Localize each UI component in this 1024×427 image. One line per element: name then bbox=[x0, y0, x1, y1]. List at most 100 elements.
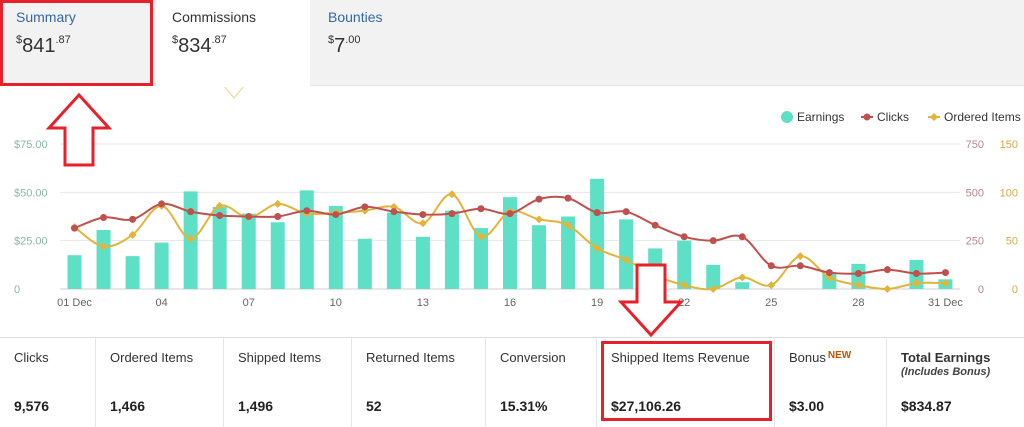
stat-shipped-items: Shipped Items 1,496 bbox=[224, 337, 352, 427]
stat-label: Total Earnings bbox=[901, 350, 991, 365]
stat-label: Returned Items bbox=[366, 350, 455, 365]
clicks-point bbox=[883, 266, 891, 274]
y-tick-label-right2: 100 bbox=[1000, 187, 1018, 199]
stat-label: Bonus NEW bbox=[789, 350, 852, 365]
clicks-point bbox=[825, 269, 833, 277]
y-tick-label-left: 0 bbox=[14, 284, 20, 296]
earnings-bar bbox=[125, 256, 140, 289]
revenue-highlight-box bbox=[601, 341, 772, 421]
stat-clicks: Clicks 9,576 bbox=[0, 337, 96, 427]
ordered-items-point bbox=[738, 273, 747, 282]
earnings-bar bbox=[270, 222, 285, 289]
y-tick-label-left: $75.00 bbox=[14, 139, 48, 151]
stat-value: $3.00 bbox=[789, 398, 825, 414]
y-tick-label-left: $50.00 bbox=[14, 187, 48, 199]
clicks-point bbox=[622, 208, 630, 216]
clicks-point bbox=[216, 212, 224, 220]
legend-label-ordered-items: Ordered Items bbox=[944, 110, 1021, 124]
stat-value: 1,466 bbox=[110, 398, 146, 414]
earnings-bar bbox=[241, 213, 256, 289]
summary-highlight-box bbox=[0, 0, 153, 86]
clicks-point bbox=[332, 211, 340, 219]
x-tick-label: 16 bbox=[504, 297, 516, 309]
clicks-point bbox=[796, 262, 804, 270]
earnings-bar bbox=[357, 238, 372, 289]
clicks-point bbox=[129, 215, 137, 223]
clicks-legend-icon bbox=[863, 113, 871, 121]
x-tick-label: 28 bbox=[852, 297, 864, 309]
stat-returned-items: Returned Items 52 bbox=[352, 337, 486, 427]
earnings-bar bbox=[590, 178, 605, 289]
clicks-point bbox=[187, 208, 195, 216]
earnings-legend-icon bbox=[781, 111, 793, 123]
y-tick-label-right2: 50 bbox=[1006, 236, 1018, 248]
tab-commissions[interactable]: Commissions $834.87 bbox=[156, 0, 310, 87]
stat-label: Clicks bbox=[14, 350, 49, 365]
stat-value: 52 bbox=[366, 398, 382, 414]
clicks-point bbox=[477, 205, 485, 213]
x-tick-label: 07 bbox=[243, 297, 255, 309]
clicks-point bbox=[709, 237, 717, 245]
clicks-point bbox=[854, 270, 862, 278]
commissions-amount: $834.87 bbox=[172, 34, 227, 57]
clicks-point bbox=[390, 208, 398, 216]
earnings-bar bbox=[386, 212, 401, 289]
ordered-items-point bbox=[796, 252, 805, 261]
earnings-bar bbox=[735, 282, 750, 289]
earnings-bar bbox=[154, 242, 169, 289]
down-arrow-annotation bbox=[618, 263, 684, 338]
tab-commissions-label: Commissions bbox=[172, 9, 257, 25]
clicks-point bbox=[303, 207, 311, 215]
clicks-point bbox=[100, 213, 108, 221]
x-tick-label: 31 Dec bbox=[928, 297, 963, 309]
y-tick-label-right2: 150 bbox=[1000, 139, 1018, 151]
clicks-point bbox=[361, 203, 369, 211]
clicks-point bbox=[158, 200, 166, 208]
x-tick-label: 01 Dec bbox=[57, 297, 92, 309]
stat-value: $834.87 bbox=[901, 398, 952, 414]
clicks-point bbox=[564, 194, 572, 202]
stat-label: Conversion bbox=[500, 350, 566, 365]
stat-ordered-items: Ordered Items 1,466 bbox=[96, 337, 224, 427]
stat-value: 15.31% bbox=[500, 398, 548, 414]
x-tick-label: 04 bbox=[155, 297, 167, 309]
x-tick-label: 10 bbox=[330, 297, 342, 309]
clicks-point bbox=[680, 233, 688, 241]
clicks-point bbox=[419, 211, 427, 219]
ordered-items-point bbox=[273, 199, 282, 208]
ordered-items-point bbox=[535, 215, 544, 224]
clicks-point bbox=[245, 213, 253, 220]
clicks-point bbox=[506, 210, 514, 218]
clicks-point bbox=[738, 233, 746, 241]
x-tick-label: 25 bbox=[765, 297, 777, 309]
earnings-bar bbox=[212, 206, 227, 289]
clicks-point bbox=[535, 195, 543, 203]
clicks-point bbox=[767, 262, 775, 270]
clicks-point bbox=[651, 221, 659, 229]
clicks-point bbox=[941, 269, 949, 277]
stat-total-earnings: Total Earnings (Includes Bonus) $834.87 bbox=[887, 337, 1024, 427]
tab-bounties[interactable]: Bounties $7.00 bbox=[312, 0, 466, 86]
clicks-point bbox=[912, 270, 920, 278]
earnings-bar bbox=[444, 210, 459, 289]
stat-sub-label: (Includes Bonus) bbox=[901, 366, 991, 378]
bounties-amount: $7.00 bbox=[328, 34, 361, 57]
new-badge: NEW bbox=[827, 350, 852, 361]
earnings-bar bbox=[532, 225, 547, 289]
ordered-items-point bbox=[418, 219, 427, 228]
earnings-bar bbox=[96, 230, 111, 289]
y-tick-label-left: $25.00 bbox=[14, 236, 48, 248]
stat-bonus: Bonus NEW $3.00 bbox=[775, 337, 887, 427]
x-tick-label: 19 bbox=[591, 297, 603, 309]
clicks-point bbox=[448, 210, 456, 218]
up-arrow-annotation bbox=[46, 92, 112, 167]
earnings-chart: 0 $25.00 $50.00 $75.00 0 250 500 750 0 50 100 150 01… bbox=[14, 110, 1021, 309]
stat-label: Shipped Items bbox=[238, 350, 322, 365]
clicks-point bbox=[274, 213, 282, 220]
stat-value: 9,576 bbox=[14, 398, 50, 414]
clicks-point bbox=[71, 224, 79, 232]
y-tick-label-right: 0 bbox=[978, 284, 984, 296]
legend-label-earnings: Earnings bbox=[797, 110, 844, 124]
legend-label-clicks: Clicks bbox=[877, 110, 909, 124]
stat-value: 1,496 bbox=[238, 398, 274, 414]
